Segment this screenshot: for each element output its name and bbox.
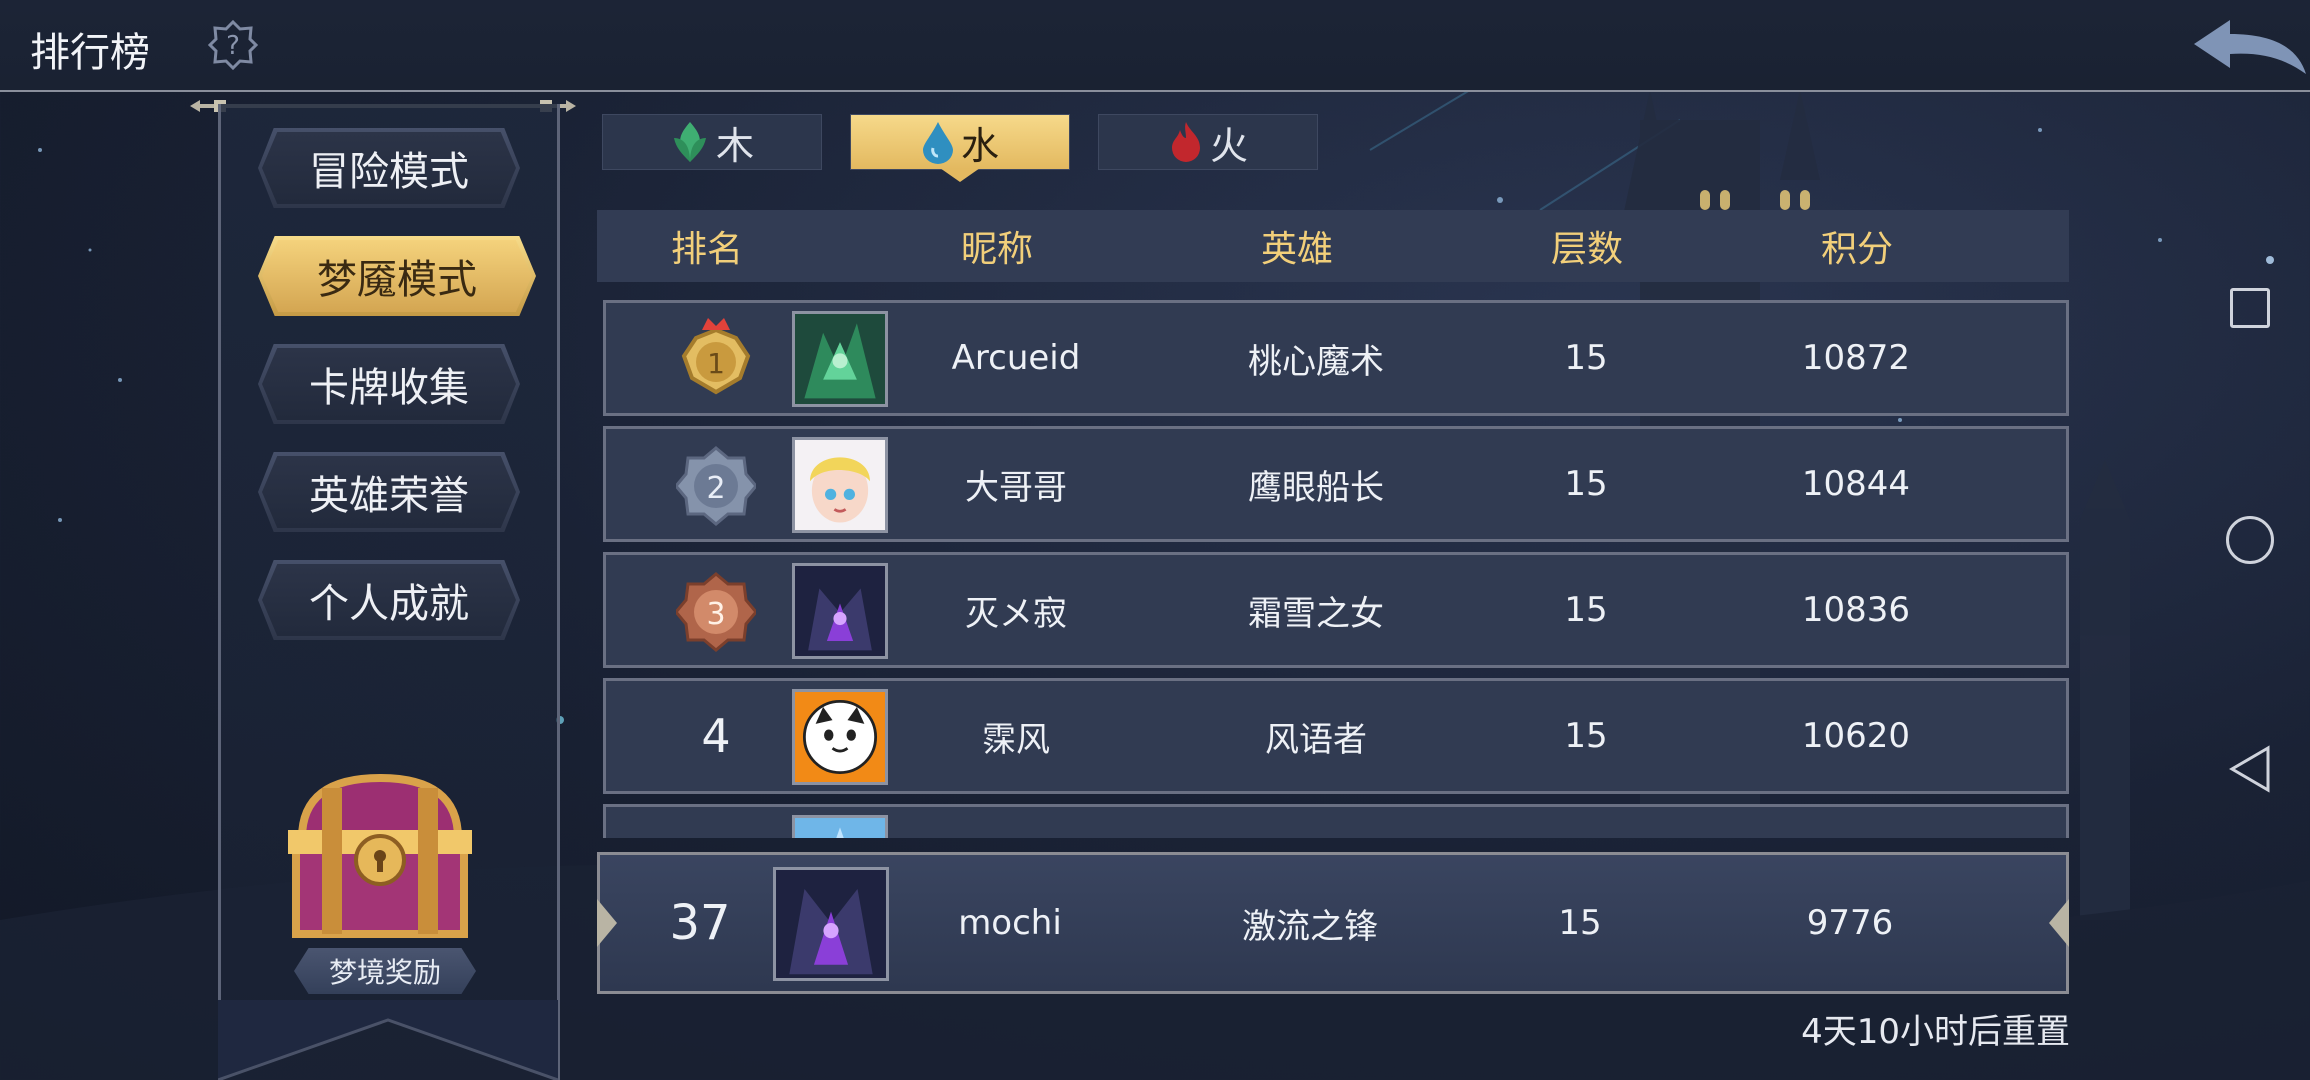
menu-label: 英雄荣誉 xyxy=(309,473,469,519)
rank-badge: 1 xyxy=(666,303,766,413)
player-score: 10620 xyxy=(1801,716,1911,756)
top-bar: 排行榜 ? xyxy=(0,0,2310,92)
player-score: 10872 xyxy=(1801,338,1911,378)
recent-apps-icon[interactable] xyxy=(2230,288,2270,328)
back-arrow-icon[interactable] xyxy=(2188,14,2310,78)
reset-countdown: 4天10小时后重置 xyxy=(1801,1012,2070,1052)
menu-adventure-mode[interactable]: 冒险模式 xyxy=(258,128,520,208)
player-nickname: 灭メ寂 xyxy=(965,593,1067,634)
my-score: 9776 xyxy=(1806,903,1894,943)
leaderboard-list[interactable]: 1 Arcueid 桃心魔术 15 10872 2 大哥哥 鹰眼船长 15 10… xyxy=(597,296,2069,838)
table-row[interactable]: 4 霂风 风语者 15 10620 xyxy=(603,678,2069,794)
bronze-rank-badge-icon: 3 xyxy=(676,572,756,652)
home-icon[interactable] xyxy=(2226,516,2274,564)
banner-tail-ornament xyxy=(218,1000,558,1080)
player-avatar[interactable] xyxy=(792,815,888,838)
gold-rank-badge-icon: 1 xyxy=(681,318,751,395)
player-score: 10836 xyxy=(1801,590,1911,630)
tab-fire[interactable]: 火 xyxy=(1098,114,1318,170)
water-drop-icon xyxy=(922,122,953,164)
menu-label: 个人成就 xyxy=(309,581,469,627)
table-row[interactable] xyxy=(603,804,2069,838)
player-score: 10844 xyxy=(1801,464,1911,504)
menu-nightmare-mode[interactable]: 梦魇模式 xyxy=(258,236,536,316)
player-nickname: 霂风 xyxy=(982,719,1050,760)
nav-back-icon[interactable] xyxy=(2228,744,2272,794)
tab-label: 水 xyxy=(960,123,999,168)
treasure-chest-icon[interactable] xyxy=(282,768,478,944)
menu-label: 梦魇模式 xyxy=(317,257,477,303)
table-row[interactable]: 3 灭メ寂 霜雪之女 15 10836 xyxy=(603,552,2069,668)
player-nickname: Arcueid xyxy=(951,338,1081,378)
dream-reward-label[interactable]: 梦境奖励 xyxy=(294,948,476,994)
tab-water[interactable]: 水 xyxy=(850,114,1070,170)
my-floors: 15 xyxy=(1558,903,1602,943)
svg-text:?: ? xyxy=(226,31,240,61)
rank-badge: 3 xyxy=(666,555,766,665)
player-avatar[interactable] xyxy=(792,563,888,659)
table-row[interactable]: 1 Arcueid 桃心魔术 15 10872 xyxy=(603,300,2069,416)
player-avatar[interactable] xyxy=(792,311,888,407)
my-hero: 激流之锋 xyxy=(1242,906,1378,947)
player-hero: 风语者 xyxy=(1265,719,1367,760)
active-tab-pointer xyxy=(940,168,980,182)
help-icon[interactable]: ? xyxy=(208,20,258,70)
fire-icon xyxy=(1171,122,1200,162)
header-rank: 排名 xyxy=(670,229,743,270)
rank-badge: 2 xyxy=(666,429,766,539)
header-nickname: 昵称 xyxy=(960,229,1033,270)
menu-label: 冒险模式 xyxy=(309,149,469,195)
player-floors: 15 xyxy=(1564,716,1608,756)
tab-label: 火 xyxy=(1209,123,1248,168)
player-avatar[interactable] xyxy=(792,689,888,785)
menu-hero-honor[interactable]: 英雄荣誉 xyxy=(258,452,520,532)
menu-personal-achievement[interactable]: 个人成就 xyxy=(258,560,520,640)
reward-label-text: 梦境奖励 xyxy=(328,956,441,989)
my-avatar[interactable] xyxy=(773,867,889,981)
menu-card-collection[interactable]: 卡牌收集 xyxy=(258,344,520,424)
rank-number: 1 xyxy=(707,347,725,380)
player-nickname: 大哥哥 xyxy=(965,467,1067,508)
silver-rank-badge-icon: 2 xyxy=(676,446,756,526)
row-left-ornament xyxy=(597,899,617,947)
my-rank-row[interactable]: 37 mochi 激流之锋 15 9776 xyxy=(597,852,2069,994)
menu-label: 卡牌收集 xyxy=(309,365,469,411)
header-floors: 层数 xyxy=(1550,229,1623,270)
player-floors: 15 xyxy=(1564,338,1608,378)
rank-number: 2 xyxy=(706,471,725,506)
player-hero: 霜雪之女 xyxy=(1248,593,1384,634)
rank-number: 4 xyxy=(701,709,731,763)
player-hero: 鹰眼船长 xyxy=(1248,467,1384,508)
player-hero: 桃心魔术 xyxy=(1248,341,1384,382)
page-title: 排行榜 xyxy=(30,30,150,76)
rank-number: 3 xyxy=(706,597,725,632)
leaf-icon xyxy=(673,122,706,162)
player-avatar[interactable] xyxy=(792,437,888,533)
my-nickname: mochi xyxy=(958,903,1062,943)
player-floors: 15 xyxy=(1564,464,1608,504)
tab-wood[interactable]: 木 xyxy=(602,114,822,170)
my-rank-number: 37 xyxy=(669,895,731,951)
player-floors: 15 xyxy=(1564,590,1608,630)
header-score: 积分 xyxy=(1820,229,1893,270)
leaderboard-header: 排名 昵称 英雄 层数 积分 xyxy=(597,210,2069,282)
row-right-ornament xyxy=(2049,899,2069,947)
tab-label: 木 xyxy=(715,123,754,168)
header-hero: 英雄 xyxy=(1260,229,1333,270)
table-row[interactable]: 2 大哥哥 鹰眼船长 15 10844 xyxy=(603,426,2069,542)
